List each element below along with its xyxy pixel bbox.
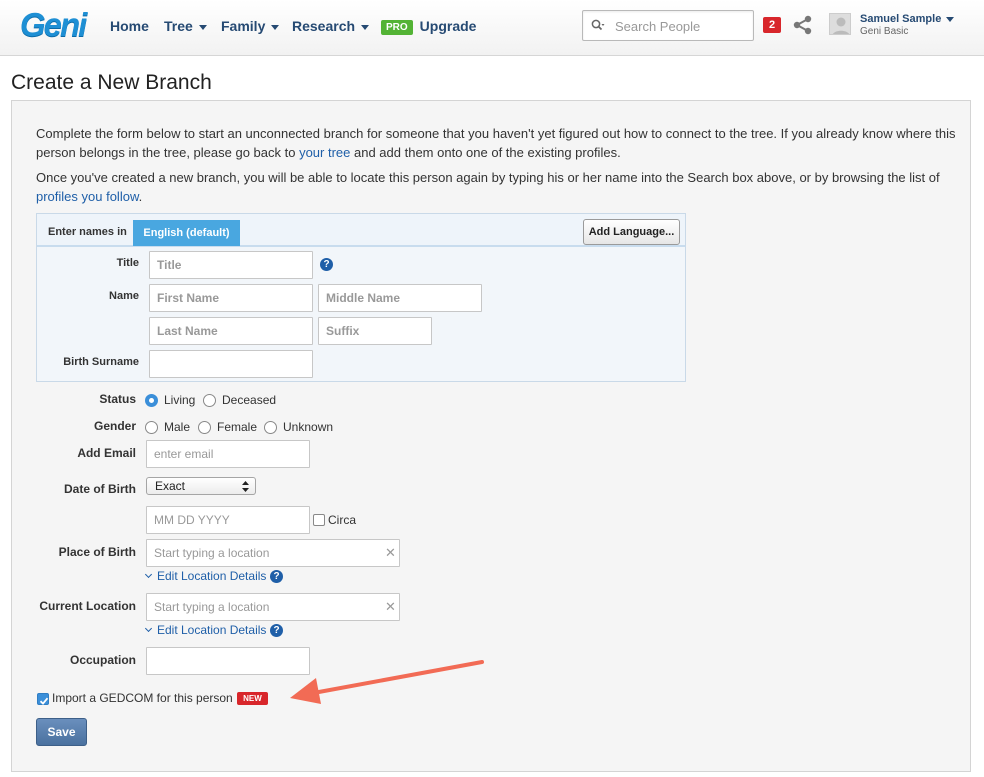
select-arrows-icon [242,481,249,492]
gender-unknown-radio[interactable] [264,421,277,434]
title-input[interactable] [149,251,313,279]
annotation-arrow-icon [290,660,484,704]
intro-paragraph-2: Once you've created a new branch, you wi… [36,170,940,204]
pro-badge: PRO [381,20,413,35]
chevron-down-icon [144,624,153,633]
user-name[interactable]: Samuel Sample [860,13,941,25]
gender-unknown-label[interactable]: Unknown [283,420,333,434]
page-title: Create a New Branch [11,71,212,94]
nav-upgrade[interactable]: PRO Upgrade [381,18,476,35]
name-label: Name [109,290,139,302]
avatar[interactable] [829,13,851,35]
chevron-down-icon [144,570,153,579]
clear-icon[interactable]: ✕ [385,599,396,615]
help-icon[interactable]: ? [270,624,283,637]
gender-female-radio[interactable] [198,421,211,434]
nav-family[interactable]: Family [221,18,280,34]
help-icon[interactable]: ? [320,258,333,271]
email-label: Add Email [77,446,136,460]
last-name-input[interactable] [149,317,313,345]
nav-home[interactable]: Home [110,18,149,34]
circa-checkbox[interactable] [313,514,325,526]
suffix-input[interactable] [318,317,432,345]
geni-logo[interactable]: Geni [20,6,87,44]
share-icon[interactable] [792,14,814,36]
status-deceased-label[interactable]: Deceased [222,393,276,407]
chevron-down-icon [361,24,370,30]
birth-surname-input[interactable] [149,350,313,378]
chevron-down-icon[interactable] [946,17,954,22]
status-label: Status [99,392,136,406]
user-silhouette-icon [832,17,850,34]
save-button[interactable]: Save [36,718,87,746]
status-living-radio[interactable] [145,394,158,407]
status-deceased-radio[interactable] [203,394,216,407]
enter-names-label: Enter names in [48,226,127,238]
gender-male-label[interactable]: Male [164,420,190,434]
current-location-input[interactable] [146,593,400,621]
user-plan: Geni Basic [860,26,909,37]
nav-tree[interactable]: Tree [164,18,207,34]
search-box [582,10,754,41]
dob-input[interactable] [146,506,310,534]
new-badge: NEW [237,692,268,705]
dob-label: Date of Birth [64,482,136,496]
help-icon[interactable]: ? [270,570,283,583]
gedcom-label[interactable]: Import a GEDCOM for this person [52,691,233,705]
clear-icon[interactable]: ✕ [385,545,396,561]
gender-male-radio[interactable] [145,421,158,434]
profiles-you-follow-link[interactable]: profiles you follow [36,189,139,204]
gender-label: Gender [93,419,136,433]
pob-label: Place of Birth [58,545,136,559]
current-location-label: Current Location [39,599,136,613]
gedcom-checkbox[interactable] [37,693,49,705]
gender-female-label[interactable]: Female [217,420,257,434]
chevron-down-icon [198,24,207,30]
circa-label[interactable]: Circa [328,513,356,527]
title-label: Title [116,257,139,269]
birth-surname-label: Birth Surname [63,356,139,368]
nav-research[interactable]: Research [292,18,370,34]
pob-edit-location-link[interactable]: Edit Location Details [144,569,266,583]
middle-name-input[interactable] [318,284,482,312]
occupation-label: Occupation [69,653,136,667]
chevron-down-icon [271,24,280,30]
status-living-label[interactable]: Living [164,393,195,407]
add-language-button[interactable]: Add Language... [583,219,680,245]
checkmark-icon [39,697,49,705]
tab-english[interactable]: English (default) [133,220,240,246]
first-name-input[interactable] [149,284,313,312]
dob-precision-select[interactable]: Exact [146,477,256,495]
current-edit-location-link[interactable]: Edit Location Details [144,623,266,637]
notifications-badge[interactable]: 2 [763,17,781,33]
search-icon[interactable] [591,19,605,33]
email-input[interactable] [146,440,310,468]
search-input[interactable] [613,16,749,36]
pob-input[interactable] [146,539,400,567]
top-header: Geni Home Tree Family Research PRO Upgrad… [0,0,984,56]
your-tree-link[interactable]: your tree [299,145,350,160]
intro-paragraph-1: Complete the form below to start an unco… [36,126,956,160]
language-bar: Enter names in English (default) Add Lan… [37,214,685,247]
